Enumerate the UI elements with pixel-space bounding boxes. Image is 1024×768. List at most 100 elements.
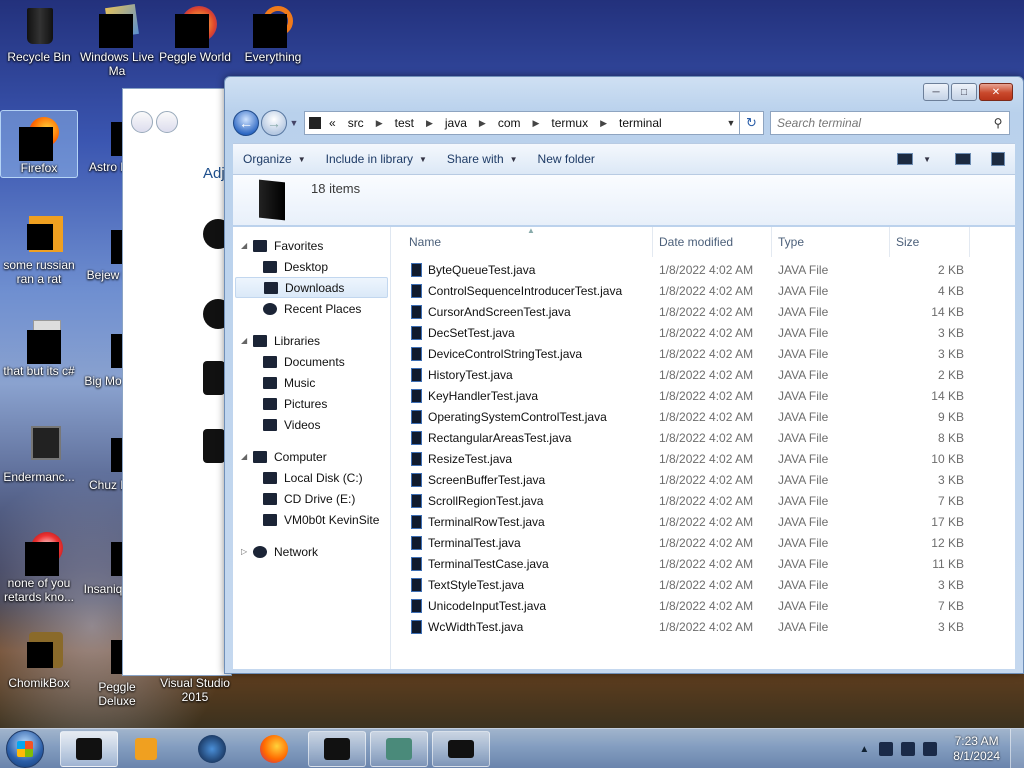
file-row[interactable]: DeviceControlStringTest.java 1/8/2022 4:0… — [391, 343, 1015, 364]
share-with-button[interactable]: Share with ▼ — [437, 144, 528, 174]
file-row[interactable]: ByteQueueTest.java 1/8/2022 4:02 AM JAVA F… — [391, 259, 1015, 280]
file-row[interactable]: ControlSequenceIntroducerTest.java 1/8/20… — [391, 280, 1015, 301]
column-header-size[interactable]: Size — [890, 227, 970, 257]
file-row[interactable]: UnicodeInputTest.java 1/8/2022 4:02 AM JAV… — [391, 595, 1015, 616]
clock[interactable]: 7:23 AM 8/1/2024 — [953, 734, 1000, 764]
breadcrumb-com[interactable]: com — [498, 116, 521, 130]
file-name-cell[interactable]: ResizeTest.java — [391, 451, 653, 466]
breadcrumb-separator-icon[interactable]: ▶ — [600, 118, 607, 129]
file-row[interactable]: ScreenBufferTest.java 1/8/2022 4:02 AM JAV… — [391, 469, 1015, 490]
nav-desktop[interactable]: Desktop — [233, 256, 390, 277]
breadcrumb-separator-icon[interactable]: ▶ — [479, 118, 486, 129]
breadcrumb-separator-icon[interactable]: ▶ — [376, 118, 383, 129]
file-name-cell[interactable]: TerminalTest.java — [391, 535, 653, 550]
desktop-icon-endermanch[interactable]: Endermanc... — [0, 426, 78, 484]
file-name-cell[interactable]: OperatingSystemControlTest.java — [391, 409, 653, 424]
nav-downloads[interactable]: Downloads — [235, 277, 388, 298]
organize-button[interactable]: Organize ▼ — [233, 144, 316, 174]
file-name-cell[interactable]: CursorAndScreenTest.java — [391, 304, 653, 319]
search-input[interactable]: Search terminal ⚲ — [770, 111, 1010, 135]
breadcrumb-java[interactable]: java — [445, 116, 467, 130]
file-name-cell[interactable]: DecSetTest.java — [391, 325, 653, 340]
change-view-icon[interactable] — [897, 153, 914, 165]
nav-network-share[interactable]: VM0b0t KevinSite — [233, 509, 390, 530]
nav-documents[interactable]: Documents — [233, 351, 390, 372]
taskbar-installer-button[interactable] — [370, 731, 428, 767]
tray-app-icon[interactable] — [879, 742, 894, 756]
taskbar-terminal-button[interactable] — [308, 731, 366, 767]
close-button[interactable]: ✕ — [979, 83, 1013, 101]
background-window[interactable]: Adj — [122, 88, 233, 676]
file-row[interactable]: OperatingSystemControlTest.java 1/8/2022 … — [391, 406, 1015, 427]
breadcrumb-separator-icon[interactable]: ▶ — [532, 118, 539, 129]
explorer-window[interactable]: ─ □ ✕ ← → ▼ « src ▶ test ▶ java ▶ com ▶ … — [224, 76, 1024, 674]
recent-pages-dropdown[interactable]: ▼ — [288, 118, 300, 128]
file-name-cell[interactable]: TextStyleTest.java — [391, 577, 653, 592]
file-name-cell[interactable]: TerminalTestCase.java — [391, 556, 653, 571]
include-in-library-button[interactable]: Include in library ▼ — [316, 144, 437, 174]
minimize-button[interactable]: ─ — [923, 83, 949, 101]
desktop-icon-everything[interactable]: Everything — [234, 6, 312, 64]
file-name-cell[interactable]: WcWidthTest.java — [391, 619, 653, 634]
show-desktop-button[interactable] — [1010, 729, 1024, 768]
breadcrumb-src[interactable]: src — [348, 116, 364, 130]
file-row[interactable]: CursorAndScreenTest.java 1/8/2022 4:02 AM… — [391, 301, 1015, 322]
forward-button[interactable]: → — [261, 110, 287, 136]
file-row[interactable]: TerminalRowTest.java 1/8/2022 4:02 AM JAVA… — [391, 511, 1015, 532]
file-row[interactable]: TerminalTest.java 1/8/2022 4:02 AM JAVA Fi… — [391, 532, 1015, 553]
breadcrumb-separator-icon[interactable]: ▶ — [426, 118, 433, 129]
expand-arrow-icon[interactable]: ◢ — [241, 336, 247, 345]
help-icon[interactable] — [991, 152, 1005, 166]
column-header-type[interactable]: Type — [772, 227, 890, 257]
desktop-icon-windows-live[interactable]: Windows Live Ma — [78, 4, 156, 78]
nav-favorites[interactable]: ◢ Favorites — [233, 235, 390, 256]
taskbar-explorer-button[interactable] — [60, 731, 118, 767]
nav-music[interactable]: Music — [233, 372, 390, 393]
nav-recent-places[interactable]: Recent Places — [233, 298, 390, 319]
file-name-cell[interactable]: HistoryTest.java — [391, 367, 653, 382]
nav-pictures[interactable]: Pictures — [233, 393, 390, 414]
column-header-date[interactable]: Date modified — [653, 227, 772, 257]
nav-videos[interactable]: Videos — [233, 414, 390, 435]
file-name-cell[interactable]: ScrollRegionTest.java — [391, 493, 653, 508]
taskbar-globe-button[interactable] — [192, 733, 232, 765]
volume-icon[interactable] — [923, 742, 938, 756]
file-name-cell[interactable]: UnicodeInputTest.java — [391, 598, 653, 613]
taskbar-window-button[interactable] — [432, 731, 490, 767]
desktop-icon-none-of-you[interactable]: none of you retards kno... — [0, 532, 78, 604]
breadcrumb-overflow[interactable]: « — [329, 116, 336, 130]
file-row[interactable]: WcWidthTest.java 1/8/2022 4:02 AM JAVA Fil… — [391, 616, 1015, 637]
column-header-name[interactable]: Name — [391, 227, 653, 257]
file-name-cell[interactable]: ScreenBufferTest.java — [391, 472, 653, 487]
breadcrumb-terminal[interactable]: terminal — [619, 116, 662, 130]
address-dropdown-icon[interactable]: ▼ — [723, 118, 739, 128]
file-name-cell[interactable]: TerminalRowTest.java — [391, 514, 653, 529]
taskbar-firefox-button[interactable] — [254, 733, 294, 765]
file-name-cell[interactable]: RectangularAreasTest.java — [391, 430, 653, 445]
address-bar[interactable]: « src ▶ test ▶ java ▶ com ▶ termux ▶ ter… — [304, 111, 740, 135]
maximize-button[interactable]: □ — [951, 83, 977, 101]
nav-computer[interactable]: ◢ Computer — [233, 446, 390, 467]
file-name-cell[interactable]: KeyHandlerTest.java — [391, 388, 653, 403]
start-button[interactable] — [6, 730, 44, 768]
network-status-icon[interactable] — [901, 742, 916, 756]
back-button[interactable]: ← — [233, 110, 259, 136]
desktop-icon-chomikbox[interactable]: ChomikBox — [0, 632, 78, 690]
file-name-cell[interactable]: ControlSequenceIntroducerTest.java — [391, 283, 653, 298]
expand-arrow-icon[interactable]: ◢ — [241, 241, 247, 250]
preview-pane-icon[interactable] — [955, 153, 971, 165]
nav-libraries[interactable]: ◢ Libraries — [233, 330, 390, 351]
file-row[interactable]: DecSetTest.java 1/8/2022 4:02 AM JAVA File… — [391, 322, 1015, 343]
file-name-cell[interactable]: DeviceControlStringTest.java — [391, 346, 653, 361]
file-row[interactable]: ScrollRegionTest.java 1/8/2022 4:02 AM JAV… — [391, 490, 1015, 511]
file-row[interactable]: HistoryTest.java 1/8/2022 4:02 AM JAVA Fil… — [391, 364, 1015, 385]
refresh-button[interactable]: ↻ — [740, 111, 764, 135]
desktop-icon-recycle-bin[interactable]: Recycle Bin — [0, 6, 78, 64]
nav-cd-drive[interactable]: CD Drive (E:) — [233, 488, 390, 509]
view-options-chevron-icon[interactable]: ▼ — [923, 155, 931, 164]
file-name-cell[interactable]: ByteQueueTest.java — [391, 262, 653, 277]
nav-network[interactable]: ▷ Network — [233, 541, 390, 562]
file-row[interactable]: TerminalTestCase.java 1/8/2022 4:02 AM JAV… — [391, 553, 1015, 574]
desktop-icon-firefox[interactable]: Firefox — [0, 110, 78, 178]
file-row[interactable]: TextStyleTest.java 1/8/2022 4:02 AM JAVA F… — [391, 574, 1015, 595]
